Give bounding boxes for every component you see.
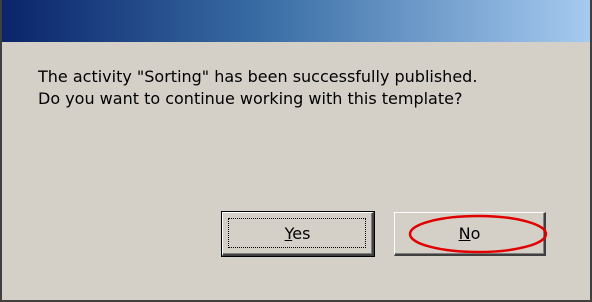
no-button[interactable]: No	[394, 212, 546, 256]
no-button-label: No	[395, 225, 544, 243]
dialog-message: The activity "Sorting" has been successf…	[38, 66, 578, 110]
yes-label-rest: es	[292, 224, 311, 243]
no-label-rest: o	[470, 224, 481, 243]
message-line-2: Do you want to continue working with thi…	[38, 89, 463, 108]
yes-button[interactable]: Yes	[221, 211, 375, 257]
dialog-titlebar[interactable]	[2, 0, 590, 42]
yes-button-label: Yes	[223, 225, 372, 243]
no-mnemonic: N	[458, 224, 471, 243]
message-line-1: The activity "Sorting" has been successf…	[38, 67, 478, 86]
publish-confirmation-dialog: The activity "Sorting" has been successf…	[0, 0, 592, 302]
